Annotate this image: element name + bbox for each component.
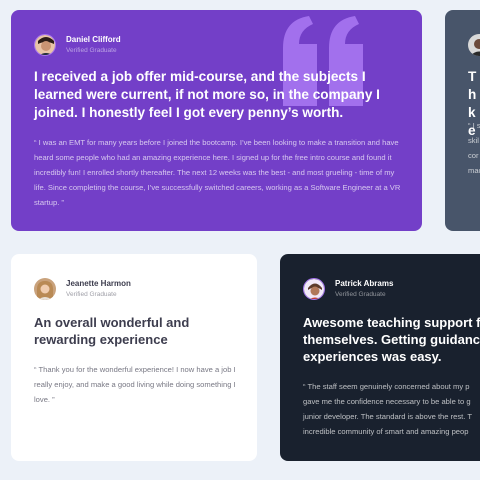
testimonial-headline: An overall wonderful and rewarding exper…: [34, 315, 190, 347]
quote-line: “ The staff seem genuinely concerned abo…: [303, 382, 470, 391]
testimonial-header: Jeanette Harmon Verified Graduate: [34, 278, 131, 300]
reviewer-status: Verified Graduate: [66, 290, 117, 298]
avatar: [34, 278, 56, 300]
testimonial-quote: “ I s skil cor mac: [468, 118, 480, 178]
testimonial-card-jeanette: Jeanette Harmon Verified Graduate An ove…: [11, 254, 257, 461]
reviewer-name: Jeanette Harmon: [66, 278, 131, 288]
headline-line: Awesome teaching support from: [303, 315, 480, 330]
quote-line: mac: [468, 166, 480, 175]
testimonial-quote: “ Thank you for the wonderful experience…: [34, 365, 236, 404]
testimonial-quote: “ The staff seem genuinely concerned abo…: [303, 379, 480, 439]
avatar-jeanette-icon: [34, 278, 56, 300]
testimonial-card-jonathan: Th ke “ I s skil cor mac: [445, 10, 480, 231]
testimonial-headline: I received a job offer mid-course, and t…: [34, 69, 380, 120]
testimonials-grid: Daniel Clifford Verified Graduate I rece…: [0, 0, 480, 480]
testimonial-card-patrick: Patrick Abrams Verified Graduate Awesome…: [280, 254, 480, 461]
avatar-jonathan-icon: [468, 34, 480, 56]
avatar: [303, 278, 325, 300]
headline-line: experiences was easy.: [303, 349, 442, 364]
testimonial-card-daniel: Daniel Clifford Verified Graduate I rece…: [11, 10, 422, 231]
quote-line: skil: [468, 136, 479, 145]
headline-line: themselves. Getting guidance fr: [303, 332, 480, 347]
quote-line: gave me the confidence necessary to be a…: [303, 397, 471, 406]
avatar: [34, 34, 56, 56]
reviewer-status: Verified Graduate: [66, 46, 117, 54]
avatar-patrick-icon: [304, 279, 324, 299]
avatar: [468, 34, 480, 56]
reviewer-name: Patrick Abrams: [335, 278, 394, 288]
quote-line: junior developer. The standard is above …: [303, 412, 472, 421]
testimonial-header: Patrick Abrams Verified Graduate: [303, 278, 393, 300]
avatar-daniel-icon: [35, 35, 55, 55]
reviewer-name: Daniel Clifford: [66, 34, 121, 44]
testimonial-header: [468, 34, 480, 56]
reviewer-status: Verified Graduate: [335, 290, 386, 298]
quote-line: cor: [468, 151, 479, 160]
quote-line: “ I s: [468, 121, 480, 130]
testimonial-quote: “ I was an EMT for many years before I j…: [34, 138, 401, 207]
testimonial-header: Daniel Clifford Verified Graduate: [34, 34, 121, 56]
testimonial-headline: Awesome teaching support from themselves…: [303, 314, 480, 365]
quote-line: incredible community of smart and amazin…: [303, 427, 469, 436]
